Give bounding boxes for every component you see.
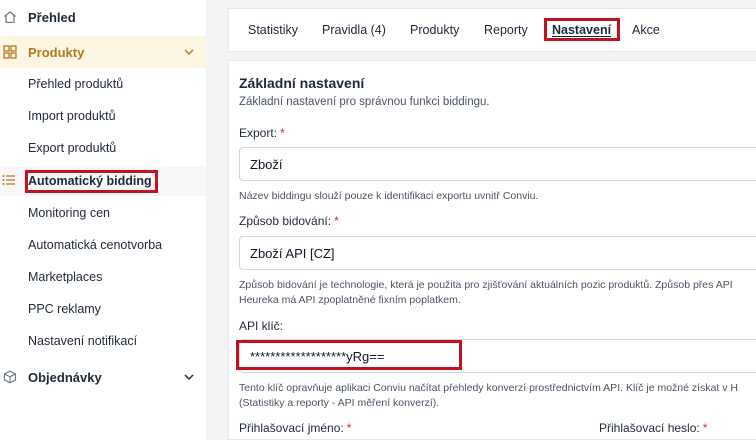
main-content: Statistiky Pravidla (4) Produkty Reporty… — [214, 0, 756, 440]
required-mark: * — [346, 421, 352, 435]
required-mark: * — [280, 126, 285, 140]
nav-notification-settings[interactable]: Nastavení notifikací — [0, 326, 206, 356]
bidding-method-select[interactable]: Zboží API [CZ] — [239, 236, 756, 270]
app-root: Přehled Produkty Přehled produktů Import… — [0, 0, 756, 440]
login-password-label-text: Přihlašovací heslo: — [599, 421, 700, 435]
api-key-help-line1: Tento klíč opravňuje aplikaci Conviu nač… — [239, 382, 738, 394]
settings-card: Základní nastavení Základní nastavení pr… — [228, 60, 756, 440]
nav-product-export[interactable]: Export produktů — [0, 133, 206, 163]
tab-products[interactable]: Produkty — [410, 23, 459, 37]
nav-orders-label: Objednávky — [28, 369, 102, 385]
nav-price-monitoring[interactable]: Monitoring cen — [0, 198, 206, 228]
bidding-method-label: Způsob bidování: * — [239, 214, 339, 228]
nav-product-overview[interactable]: Přehled produktů — [0, 69, 206, 99]
bidding-method-help-line2: Heureka má API zpoplatněné fixním poplat… — [239, 294, 461, 306]
export-label-text: Export: — [239, 126, 278, 140]
grid-icon — [3, 45, 17, 59]
tab-bar: Statistiky Pravidla (4) Produkty Reporty… — [228, 8, 756, 52]
nav-item-label: PPC reklamy — [28, 302, 101, 316]
nav-marketplaces[interactable]: Marketplaces — [0, 262, 206, 292]
list-icon — [2, 174, 16, 189]
nav-overview-label: Přehled — [28, 9, 76, 25]
tab-settings[interactable]: Nastavení — [552, 23, 611, 37]
section-subtitle: Základní nastavení pro správnou funkci b… — [239, 96, 490, 108]
tab-reports[interactable]: Reporty — [484, 23, 528, 37]
nav-products[interactable]: Produkty — [0, 36, 206, 68]
export-help: Název biddingu slouží pouze k identifika… — [239, 190, 539, 202]
nav-ppc-ads[interactable]: PPC reklamy — [0, 294, 206, 324]
api-key-label: API klíč: — [239, 319, 284, 333]
api-key-help-line2: (Statistiky a reporty - API měření konve… — [239, 397, 440, 409]
nav-item-label: Automatický bidding — [28, 174, 152, 188]
section-title: Základní nastavení — [239, 75, 365, 91]
bidding-method-help-line1: Způsob bidování je technologie, která je… — [239, 279, 733, 291]
api-key-input[interactable]: *******************yRg== — [239, 339, 756, 373]
tab-actions[interactable]: Akce — [632, 23, 660, 37]
tab-statistics[interactable]: Statistiky — [248, 23, 298, 37]
nav-item-label: Monitoring cen — [28, 206, 110, 220]
bidding-method-label-text: Způsob bidování: — [239, 214, 332, 228]
box-icon — [3, 370, 17, 384]
nav-item-label: Přehled produktů — [28, 77, 124, 91]
nav-item-label: Nastavení notifikací — [28, 334, 138, 348]
home-icon — [3, 10, 17, 24]
sidebar: Přehled Produkty Přehled produktů Import… — [0, 0, 206, 440]
export-input[interactable]: Zboží — [239, 147, 756, 181]
required-mark: * — [334, 214, 339, 228]
nav-item-label: Marketplaces — [28, 270, 103, 284]
nav-automatic-bidding[interactable]: Automatický bidding — [0, 166, 206, 196]
nav-item-label: Import produktů — [28, 109, 116, 123]
required-mark: * — [702, 421, 708, 435]
export-label: Export: * — [239, 126, 285, 140]
nav-products-label: Produkty — [28, 44, 85, 60]
chevron-down-icon[interactable] — [182, 45, 196, 59]
login-name-label-text: Přihlašovací jméno: — [239, 421, 344, 435]
login-password-label: Přihlašovací heslo: * — [599, 421, 707, 435]
login-name-label: Přihlašovací jméno: * — [239, 421, 351, 435]
nav-item-label: Export produktů — [28, 141, 117, 155]
nav-product-import[interactable]: Import produktů — [0, 101, 206, 131]
nav-item-label: Automatická cenotvorba — [28, 238, 163, 252]
nav-orders[interactable]: Objednávky — [0, 361, 206, 393]
chevron-down-icon[interactable] — [182, 370, 196, 384]
nav-automatic-pricing[interactable]: Automatická cenotvorba — [0, 230, 206, 260]
nav-overview[interactable]: Přehled — [0, 1, 206, 33]
tab-rules[interactable]: Pravidla (4) — [322, 23, 386, 37]
